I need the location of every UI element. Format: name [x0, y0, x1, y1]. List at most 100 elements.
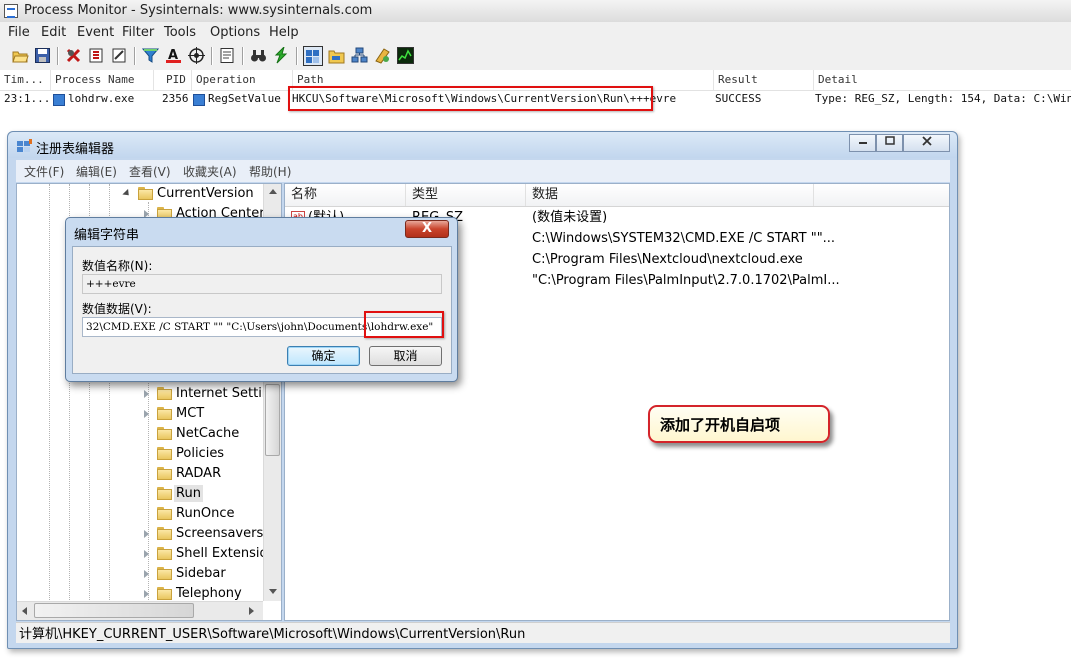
tree-guide-line: [49, 184, 50, 602]
folder-icon: [157, 467, 172, 480]
close-icon: X: [421, 221, 433, 236]
column-result[interactable]: Result: [714, 70, 814, 90]
folder-icon: [157, 567, 172, 580]
capture-icon[interactable]: [65, 47, 82, 64]
event-operation: RegSetValue: [208, 92, 281, 105]
expand-arrow-icon[interactable]: [144, 570, 149, 578]
minimize-icon: [858, 142, 867, 144]
column-name[interactable]: 名称: [285, 184, 406, 206]
event-result: SUCCESS: [715, 92, 762, 105]
scroll-right-icon[interactable]: [249, 607, 254, 615]
menu-view[interactable]: 查看(V): [129, 163, 171, 180]
filter-icon[interactable]: [141, 47, 160, 64]
expand-arrow-icon[interactable]: [144, 530, 149, 538]
menu-file[interactable]: File: [8, 25, 30, 40]
folder-icon: [157, 547, 172, 560]
folder-icon: [157, 447, 172, 460]
tree-scroll-thumb[interactable]: [265, 384, 280, 456]
maximize-button[interactable]: [876, 134, 903, 152]
folder-icon: [157, 587, 172, 600]
procmon-window-title: Process Monitor - Sysinternals: www.sysi…: [24, 3, 373, 18]
menu-help[interactable]: 帮助(H): [249, 163, 291, 180]
tree-item-label: Sidebar: [176, 566, 226, 581]
column-type[interactable]: 类型: [406, 184, 526, 206]
tree-item-label: CurrentVersion: [157, 186, 254, 201]
procmon-menubar: File Edit Event Filter Tools Options Hel…: [0, 22, 1071, 42]
menu-filter[interactable]: Filter: [122, 25, 154, 40]
event-pid: 2356: [162, 92, 189, 105]
column-operation[interactable]: Operation: [192, 70, 293, 90]
save-icon[interactable]: [34, 47, 51, 64]
toolbar-separator: [134, 47, 135, 65]
target-icon[interactable]: [188, 47, 205, 64]
regedit-app-icon: [17, 139, 33, 153]
ok-button[interactable]: 确定: [287, 346, 360, 366]
close-button[interactable]: [903, 134, 950, 152]
toolbar-separator: [296, 47, 297, 65]
autoscroll-icon[interactable]: [88, 47, 105, 64]
tree-item-label: Policies: [176, 446, 225, 461]
column-pid[interactable]: PID: [154, 70, 192, 90]
folder-icon: [157, 427, 172, 440]
menu-file[interactable]: 文件(F): [24, 163, 64, 180]
event-time: 23:1...: [4, 92, 51, 105]
value-data-label: 数值数据(V):: [82, 302, 152, 316]
expand-arrow-icon[interactable]: [144, 550, 149, 558]
value-name-label: 数值名称(N):: [82, 259, 153, 273]
minimize-button[interactable]: [849, 134, 876, 152]
regedit-menubar: 文件(F) 编辑(E) 查看(V) 收藏夹(A) 帮助(H): [16, 160, 950, 182]
dialog-body: 数值名称(N): +++evre 数值数据(V): 32\CMD.EXE /C …: [72, 246, 452, 374]
regedit-window-title: 注册表编辑器: [36, 142, 115, 157]
value-name-field[interactable]: +++evre: [82, 274, 442, 294]
menu-options[interactable]: Options: [210, 25, 260, 40]
menu-event[interactable]: Event: [77, 25, 114, 40]
properties-icon[interactable]: [219, 47, 236, 64]
folder-icon: [157, 527, 172, 540]
expand-arrow-icon[interactable]: [144, 410, 149, 418]
expand-arrow-icon[interactable]: [144, 590, 149, 598]
scroll-left-icon[interactable]: [22, 607, 27, 615]
menu-edit[interactable]: Edit: [41, 25, 66, 40]
network-activity-icon[interactable]: [351, 47, 368, 64]
path-highlight-box: [288, 86, 653, 111]
tree-item-label: RunOnce: [176, 506, 235, 521]
tree-item-label: Run: [174, 485, 203, 502]
maximize-icon: [884, 136, 895, 145]
current-key-path: 计算机\HKEY_CURRENT_USER\Software\Microsoft…: [19, 627, 526, 642]
column-time[interactable]: Tim...: [0, 70, 51, 90]
scroll-down-icon[interactable]: [269, 589, 277, 594]
process-activity-icon[interactable]: [374, 47, 391, 64]
menu-favorites[interactable]: 收藏夹(A): [183, 163, 237, 180]
file-activity-icon[interactable]: [328, 47, 345, 64]
registry-operation-icon: [193, 94, 205, 106]
jump-icon[interactable]: [273, 45, 290, 64]
menu-help[interactable]: Help: [269, 25, 299, 40]
tree-item-label: RADAR: [176, 466, 222, 481]
tree-horizontal-scrollbar[interactable]: [17, 601, 263, 620]
open-icon[interactable]: [12, 47, 29, 64]
tree-hscroll-thumb[interactable]: [34, 603, 194, 618]
profiling-icon[interactable]: [397, 47, 414, 64]
dialog-close-button[interactable]: X: [405, 220, 449, 238]
column-data[interactable]: 数据: [526, 184, 814, 206]
clear-icon[interactable]: [111, 47, 128, 64]
annotation-text: 添加了开机自启项: [660, 416, 781, 434]
folder-icon: [138, 187, 153, 200]
toolbar-separator: [242, 47, 243, 65]
regedit-titlebar: [8, 132, 957, 158]
value-data: "C:\Program Files\PalmInput\2.7.0.1702\P…: [532, 273, 840, 288]
folder-icon: [157, 407, 172, 420]
scroll-up-icon[interactable]: [269, 189, 277, 194]
toolbar-separator: [57, 47, 58, 65]
column-detail[interactable]: Detail: [814, 70, 1071, 90]
highlight-icon[interactable]: A: [165, 47, 182, 64]
find-icon[interactable]: [250, 47, 267, 64]
registry-activity-icon[interactable]: [303, 46, 323, 66]
expand-arrow-icon[interactable]: [144, 390, 149, 398]
menu-edit[interactable]: 编辑(E): [76, 163, 117, 180]
column-process[interactable]: Process Name: [51, 70, 154, 90]
cancel-button[interactable]: 取消: [369, 346, 442, 366]
event-process: lohdrw.exe: [68, 92, 135, 105]
collapse-arrow-icon[interactable]: [122, 188, 132, 199]
menu-tools[interactable]: Tools: [164, 25, 196, 40]
